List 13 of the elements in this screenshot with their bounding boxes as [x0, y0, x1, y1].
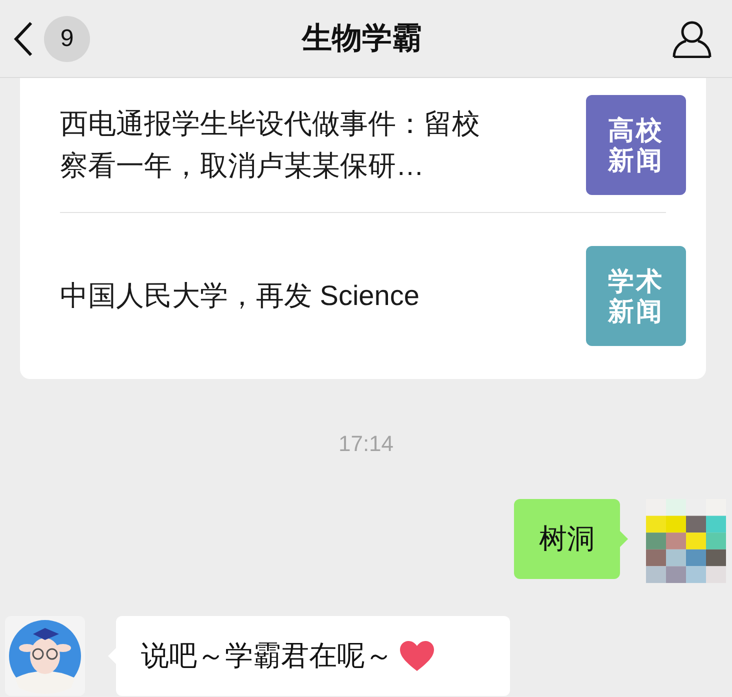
message-bubble[interactable]: 树洞 [514, 499, 620, 579]
news-title[interactable]: 西电通报学生毕设代做事件：留校察看一年，取消卢某某保研… [60, 103, 495, 187]
back-icon[interactable] [12, 20, 34, 56]
timestamp: 17:14 [337, 431, 395, 457]
message-bubble[interactable]: 说吧～学霸君在呢～ [116, 616, 510, 696]
avatar-icon[interactable] [5, 616, 85, 696]
profile-icon[interactable] [672, 20, 712, 58]
news-title[interactable]: 中国人民大学，再发 Science [60, 275, 495, 317]
heart-icon [399, 640, 435, 672]
bubble-tail [620, 531, 628, 547]
chat-title: 生物学霸 [300, 21, 423, 57]
news-thumbnail[interactable]: 高校 新闻 [586, 95, 686, 195]
unread-count-badge: 9 [44, 16, 90, 62]
